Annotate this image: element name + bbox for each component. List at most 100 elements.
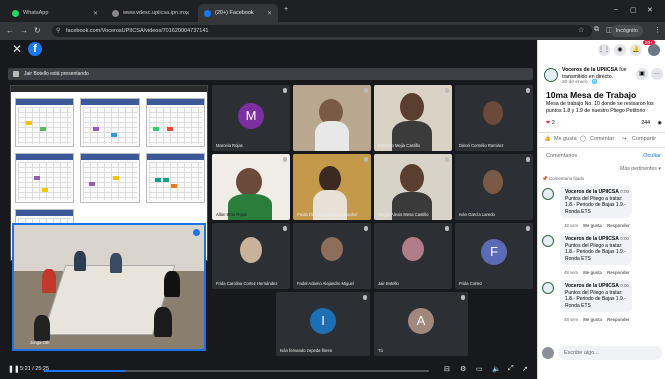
comments-header: Comentarios (546, 153, 578, 159)
tab-facebook[interactable]: (20+) Facebook ✕ (198, 4, 278, 22)
participant-name: Dinori Cornelio Ramirez (459, 143, 504, 148)
share-icon[interactable]: ↪ (622, 136, 627, 142)
comment-reply-button[interactable]: Responder (607, 223, 629, 228)
share-icon[interactable]: ↗ (522, 365, 528, 373)
captions-icon[interactable]: ⊟ (444, 365, 450, 373)
reaction-count[interactable]: 2 (552, 120, 555, 126)
comment-author[interactable]: Voceros de la UPIICSA (565, 283, 619, 289)
participant-name: Sergio Alexis Mesa Castillo (378, 212, 429, 217)
participant-name: Frida Cortez (459, 281, 483, 286)
participant-tile[interactable]: Allan Brito Rojas (212, 154, 290, 220)
meeting-room-video[interactable]: Junga Oth (12, 223, 206, 351)
mic-off-icon (461, 295, 465, 300)
commenter-avatar[interactable] (542, 282, 554, 294)
close-icon[interactable]: ✕ (185, 10, 190, 17)
chevron-down-icon: ▾ (658, 166, 661, 172)
participant-tile[interactable]: M Marcela Rojas (212, 85, 290, 151)
participant-tile[interactable]: A Tú (374, 292, 468, 356)
menu-grid-icon[interactable]: ⋮⋮ (598, 44, 610, 56)
facebook-sidebar: ⋮⋮ ◉ 🔔 20+ Voceros de la UPIICSA fue tra… (537, 40, 665, 379)
maximize-icon[interactable]: ▢ (630, 6, 637, 14)
comment-timestamp[interactable]: 0:00 (620, 189, 629, 196)
minimize-icon[interactable]: – (614, 6, 618, 13)
page-avatar[interactable] (544, 68, 558, 82)
notifications-icon[interactable]: 🔔 (630, 44, 642, 56)
mic-off-icon (526, 157, 530, 162)
close-icon[interactable]: ✕ (12, 42, 22, 56)
comment-like-button[interactable]: Me gusta (583, 223, 602, 228)
participant-tile[interactable]: Frida Carolina Cortez Hernández (212, 223, 290, 289)
sort-dropdown[interactable]: Más pertinentes ▾ (620, 166, 661, 172)
calendar-month (80, 153, 140, 203)
save-icon[interactable]: ▣ (636, 68, 648, 80)
tab-title: www.vdesc.upiicsa.ipn.mx (123, 10, 187, 16)
participant-name: Allan Brito Rojas (216, 212, 247, 217)
participant-name: Iván fernando zepeda flores (280, 348, 332, 353)
share-button[interactable]: Compartir (632, 136, 656, 142)
participant-tile[interactable]: Paola Daniel Vázquez Gonzalez (293, 154, 371, 220)
settings-icon[interactable]: ⚙ (460, 365, 466, 373)
page-name[interactable]: Voceros de la UPIICSA (562, 67, 618, 73)
participant-tile[interactable]: Jair Botello (374, 223, 452, 289)
star-icon[interactable]: ☆ (578, 26, 584, 34)
participant-name: Junga Oth (30, 340, 50, 345)
post-date[interactable]: 20 de enero · 🌐 (562, 80, 634, 87)
mic-off-icon (364, 226, 368, 231)
video-player[interactable]: ✕ f Jair Botello está presentando Junga (0, 40, 537, 379)
site-info-icon[interactable]: ⚲ (56, 25, 60, 37)
forward-icon[interactable]: → (20, 26, 28, 35)
incognito-badge[interactable]: Incógnito (610, 25, 643, 37)
views-icon: ◉ (657, 120, 662, 126)
close-window-icon[interactable]: ✕ (647, 6, 653, 14)
pause-icon[interactable]: ❚❚ (8, 365, 20, 373)
commenter-avatar[interactable] (542, 235, 554, 247)
comment-button[interactable]: Comentar (590, 136, 614, 142)
more-options-icon[interactable]: ··· (651, 68, 663, 80)
tab-vdesc[interactable]: www.vdesc.upiicsa.ipn.mx ✕ (106, 4, 196, 22)
tab-whatsapp[interactable]: WhatsApp ✕ (6, 4, 104, 22)
comment-author[interactable]: Voceros de la UPIICSA (565, 189, 619, 195)
comment-timestamp[interactable]: 0:00 (620, 283, 629, 290)
back-icon[interactable]: ← (6, 26, 14, 35)
participant-tile[interactable]: Fadel Adamo Alejandro Miguel (293, 223, 371, 289)
comment-actions: 48 sem Me gusta Responder (564, 317, 630, 322)
url-field[interactable]: ⚲ facebook.com/VocerosUPIICSA/videos/701… (52, 25, 592, 37)
comment-text: Puntos del Pliego a tratar: 1.8.- Period… (565, 289, 626, 309)
close-icon[interactable]: ✕ (267, 10, 272, 17)
like-icon[interactable]: 👍 (544, 136, 551, 142)
love-reaction-icon[interactable]: ❤ (546, 120, 550, 126)
like-button[interactable]: Me gusta (554, 136, 577, 142)
comment-input[interactable]: Escribe algo... (558, 346, 662, 360)
participant-tile[interactable] (293, 85, 371, 151)
progress-bar[interactable] (44, 370, 429, 372)
facebook-logo-icon[interactable]: f (28, 42, 42, 56)
comment-reply-button[interactable]: Responder (607, 317, 629, 322)
close-icon[interactable]: ✕ (93, 10, 98, 17)
participant-tile[interactable]: Iván García Laredo (455, 154, 533, 220)
participant-tile[interactable]: Dinori Cornelio Ramirez (455, 85, 533, 151)
comment-like-button[interactable]: Me gusta (583, 270, 602, 275)
avatar (542, 347, 554, 359)
menu-icon[interactable]: ⋮ (654, 26, 661, 34)
fullscreen-icon[interactable]: ⤢ (508, 365, 514, 373)
messenger-icon[interactable]: ◉ (614, 44, 626, 56)
volume-icon[interactable]: 🔈 (492, 365, 501, 373)
extensions-icon[interactable]: ⧉ (594, 26, 599, 34)
calendar-month (145, 153, 205, 203)
comment-timestamp[interactable]: 0:00 (620, 236, 629, 243)
reload-icon[interactable]: ↻ (34, 26, 41, 35)
hide-comments-link[interactable]: Ocultar (643, 153, 661, 159)
participant-tile[interactable]: Sergio Alexis Mesa Castillo (374, 154, 452, 220)
participant-tile[interactable]: Eduardo Mejia Castillo (374, 85, 452, 151)
comment-author[interactable]: Voceros de la UPIICSA (565, 236, 619, 242)
participant-tile[interactable]: I Iván fernando zepeda flores (276, 292, 370, 356)
comment-like-button[interactable]: Me gusta (583, 317, 602, 322)
whatsapp-icon (12, 9, 19, 17)
commenter-avatar[interactable] (542, 188, 554, 200)
profile-avatar[interactable] (648, 44, 660, 56)
comment-icon[interactable]: ◯ (580, 136, 586, 142)
participant-tile[interactable]: F Frida Cortez (455, 223, 533, 289)
new-tab-button[interactable]: + (284, 6, 288, 13)
comment-reply-button[interactable]: Responder (607, 270, 629, 275)
miniplayer-icon[interactable]: ▭ (476, 365, 483, 373)
